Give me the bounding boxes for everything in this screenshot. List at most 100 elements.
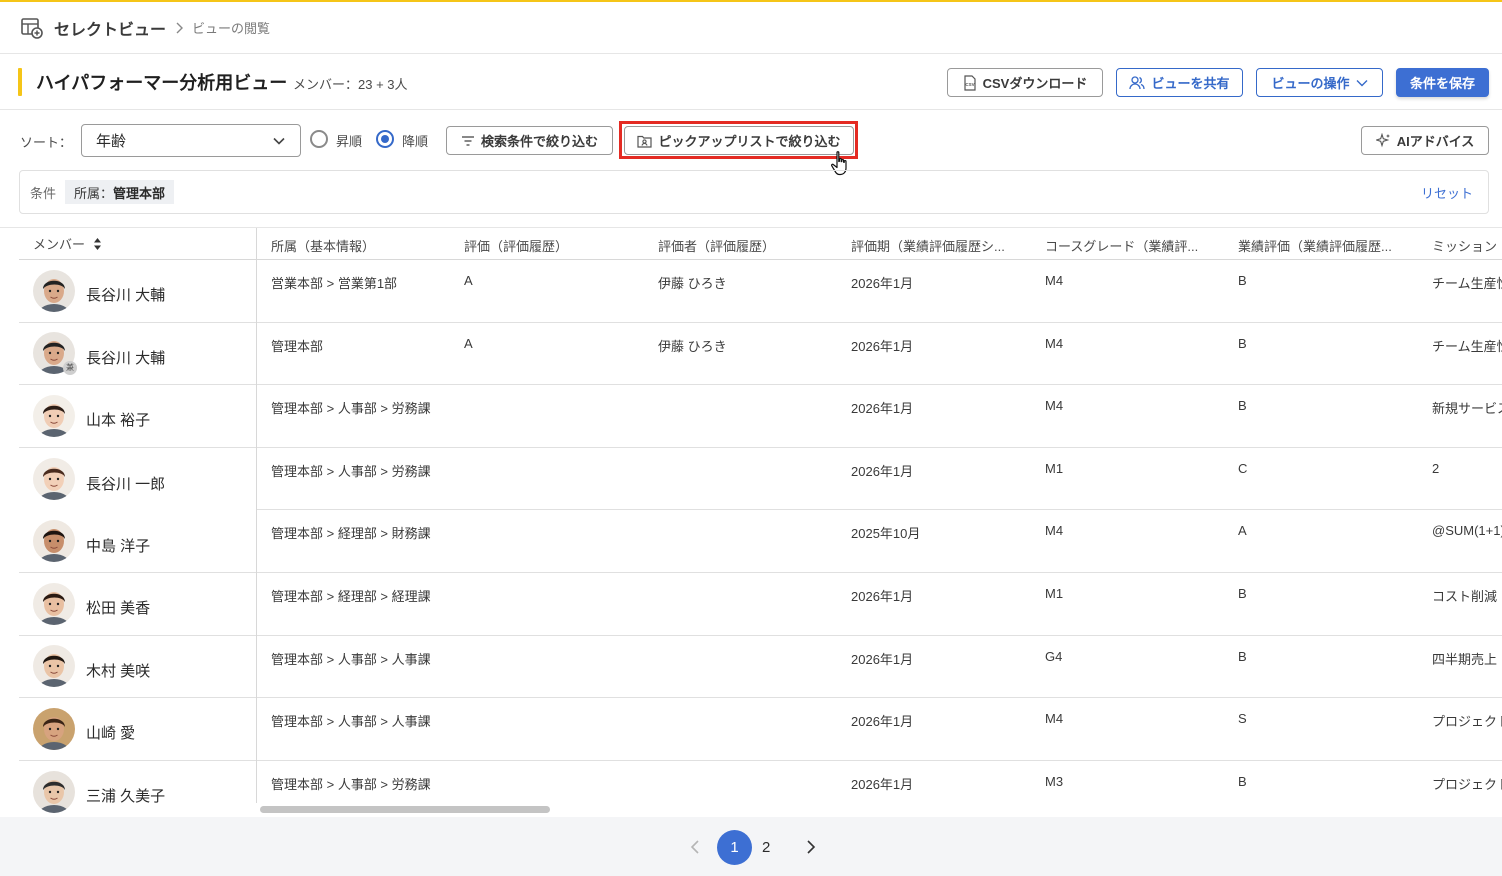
sort-label: ソート： — [20, 135, 73, 150]
member-name[interactable]: 長谷川 一郎 — [86, 473, 165, 494]
table-cell: 2026年1月 — [851, 588, 914, 604]
member-row[interactable]: 三浦 久美子 — [19, 761, 256, 817]
table-cell: 2 — [1432, 460, 1440, 476]
member-name[interactable]: 山崎 愛 — [86, 722, 135, 743]
table-cell: 四半期売上 — [1432, 651, 1498, 667]
table-cell: 2026年1月 — [851, 401, 914, 417]
table-cell: 管理本部 > 人事部 > 労務課 — [271, 401, 431, 417]
table-cell: 伊藤 ひろき — [658, 338, 727, 354]
table-cell: 新規サービス — [1432, 401, 1502, 417]
table-cell: B — [1238, 648, 1247, 664]
table-cell: 管理本部 > 経理部 > 財務課 — [271, 526, 431, 542]
csv-download-label: CSVダウンロード — [982, 76, 1088, 91]
table-row[interactable]: 管理本部 > 経理部 > 経理課 2026年1月 M1 B コスト削減 — [257, 573, 1502, 636]
avatar — [33, 770, 75, 813]
data-columns-header: 所属（基本情報） 評価（評価履歴） 評価者（評価履歴） 評価期（業績評価履歴シ... コ… — [257, 228, 1502, 260]
pagination-bar: 1 2 — [0, 817, 1502, 876]
table-row[interactable]: 管理本部 > 人事部 > 人事課 2026年1月 G4 B 四半期売上 — [257, 636, 1502, 699]
member-row[interactable]: 山本 裕子 — [19, 385, 256, 448]
table-row[interactable]: 営業本部 > 営業第1部 A 伊藤 ひろき 2026年1月 M4 B チーム生産性 — [257, 260, 1502, 323]
share-view-label: ビューを共有 — [1151, 76, 1230, 91]
sort-asc-radio[interactable] — [310, 130, 328, 148]
member-header-label: メンバー — [33, 237, 86, 252]
view-header: ハイパフォーマー分析用ビュー メンバー：23 + 3人 CSV CSVダウンロー… — [0, 55, 1502, 110]
table-row[interactable]: 管理本部 > 人事部 > 労務課 2026年1月 M1 C 2 — [257, 448, 1502, 511]
member-name[interactable]: 三浦 久美子 — [86, 785, 165, 806]
share-view-button[interactable]: ビューを共有 — [1116, 68, 1243, 97]
column-header[interactable]: 業績評価（業績評価履歴... — [1238, 236, 1392, 255]
column-header[interactable]: ミッション — [1432, 236, 1497, 255]
table-cell: M4 — [1045, 335, 1064, 351]
chevron-right-icon — [176, 22, 184, 33]
member-row[interactable]: 木村 美咲 — [19, 636, 256, 699]
chevron-right-icon[interactable] — [804, 839, 818, 855]
ai-advice-button[interactable]: AIアドバイス — [1361, 126, 1489, 155]
member-column-header[interactable]: メンバー — [19, 228, 256, 260]
member-row[interactable]: 山崎 愛 — [19, 698, 256, 761]
view-operations-button[interactable]: ビューの操作 — [1256, 68, 1383, 97]
table-row[interactable]: 管理本部 > 人事部 > 人事課 2026年1月 M4 S プロジェクト — [257, 698, 1502, 761]
table-cell: B — [1238, 335, 1247, 351]
page-next-number[interactable]: 2 — [762, 839, 770, 856]
table-view-icon — [21, 17, 43, 39]
page-current[interactable]: 1 — [717, 830, 752, 865]
condition-box: 条件 所属： 管理本部 リセット — [19, 170, 1489, 214]
ai-advice-label: AIアドバイス — [1396, 134, 1475, 149]
member-row[interactable]: 長谷川 大輔 — [19, 260, 256, 323]
table-cell: B — [1238, 585, 1247, 601]
horizontal-scrollbar-thumb[interactable] — [260, 806, 550, 813]
table-cell: B — [1238, 273, 1247, 288]
data-columns: 所属（基本情報） 評価（評価履歴） 評価者（評価履歴） 評価期（業績評価履歴シ... コ… — [257, 228, 1502, 803]
column-header[interactable]: コースグレード（業績評... — [1045, 236, 1198, 255]
save-conditions-button[interactable]: 条件を保存 — [1396, 68, 1489, 97]
chevron-down-icon — [273, 137, 285, 145]
table-row[interactable]: 管理本部 A 伊藤 ひろき 2026年1月 M4 B チーム生産性 — [257, 323, 1502, 386]
member-row[interactable]: 中島 洋子 — [19, 510, 256, 573]
csv-download-button[interactable]: CSV CSVダウンロード — [947, 68, 1103, 97]
table-row[interactable]: 管理本部 > 人事部 > 労務課 2026年1月 M4 B 新規サービス — [257, 385, 1502, 448]
column-header[interactable]: 評価（評価履歴） — [464, 236, 568, 255]
sort-desc-radio[interactable] — [376, 130, 394, 148]
table-cell: A — [464, 335, 473, 351]
table-cell: 2026年1月 — [851, 776, 914, 792]
column-header[interactable]: 所属（基本情報） — [271, 236, 375, 255]
member-name[interactable]: 長谷川 大輔 — [86, 284, 165, 305]
avatar — [33, 520, 75, 563]
member-count: メンバー：23 + 3人 — [293, 77, 408, 92]
member-name[interactable]: 松田 美香 — [86, 597, 150, 618]
member-name[interactable]: 木村 美咲 — [86, 660, 150, 681]
condition-chip[interactable]: 所属： 管理本部 — [65, 180, 175, 204]
csv-file-icon: CSV — [964, 74, 976, 91]
table-cell: 2026年1月 — [851, 463, 914, 479]
member-row[interactable]: 兼長谷川 大輔 — [19, 323, 256, 386]
avatar — [33, 582, 75, 625]
sort-arrows-icon[interactable] — [93, 237, 102, 251]
column-header[interactable]: 評価期（業績評価履歴シ... — [851, 236, 1005, 255]
sort-select-value: 年齢 — [96, 133, 127, 150]
table-cell: チーム生産性 — [1432, 276, 1502, 291]
table-cell: 管理本部 > 人事部 > 人事課 — [271, 714, 431, 730]
member-row[interactable]: 長谷川 一郎 — [19, 448, 256, 511]
table-row[interactable]: 管理本部 > 経理部 > 財務課 2025年10月 M4 A @SUM(1+1) — [257, 510, 1502, 573]
title-accent — [18, 68, 22, 96]
pickup-button-highlight — [619, 121, 858, 159]
filter-by-conditions-button[interactable]: 検索条件で絞り込む — [446, 126, 613, 155]
breadcrumb-root[interactable]: セレクトビュー — [54, 16, 166, 40]
sparkle-icon — [1375, 133, 1390, 148]
breadcrumb-current: ビューの閲覧 — [192, 21, 271, 36]
table-cell: S — [1238, 711, 1247, 727]
member-name[interactable]: 中島 洋子 — [86, 535, 150, 556]
column-header[interactable]: 評価者（評価履歴） — [658, 236, 775, 255]
avatar — [33, 645, 75, 688]
sort-select[interactable]: 年齢 — [81, 124, 301, 157]
member-row[interactable]: 松田 美香 — [19, 573, 256, 636]
member-name[interactable]: 山本 裕子 — [86, 409, 150, 430]
table-cell: 2025年10月 — [851, 526, 921, 542]
sort-asc-label[interactable]: 昇順 — [336, 131, 362, 150]
member-name[interactable]: 長谷川 大輔 — [86, 347, 165, 368]
chevron-left-icon[interactable] — [688, 839, 702, 855]
table-cell: 管理本部 > 人事部 > 労務課 — [271, 776, 431, 792]
sort-desc-label[interactable]: 降順 — [402, 131, 428, 150]
concurrent-badge: 兼 — [63, 360, 77, 375]
reset-link[interactable]: リセット — [1421, 183, 1473, 202]
